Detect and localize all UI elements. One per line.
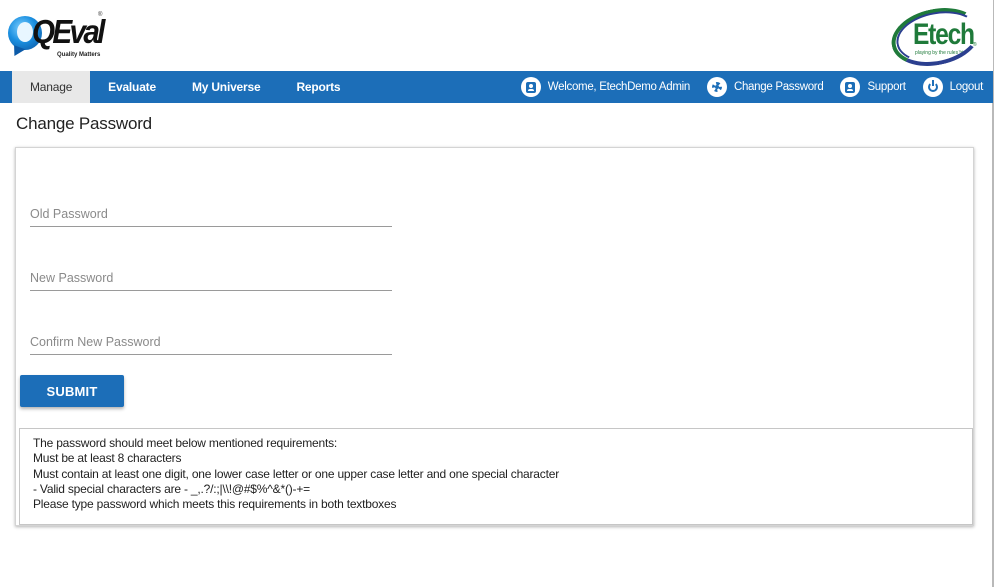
etech-tagline: playing by the rules™ xyxy=(915,50,964,56)
gear-icon xyxy=(706,77,727,97)
nav-tab-reports[interactable]: Reports xyxy=(278,71,358,103)
etech-logo-word: Etech xyxy=(913,18,975,51)
magnifier-icon xyxy=(17,22,33,42)
page-title: Change Password xyxy=(16,114,152,133)
header: QEval ® Quality Matters Etech ® playing … xyxy=(0,0,993,74)
change-password-card: SUBMIT The password should meet below me… xyxy=(15,147,974,526)
new-password-input[interactable] xyxy=(30,267,392,289)
user-menu: Welcome, EtechDemo Admin Change Password… xyxy=(520,71,984,103)
nav-tab-evaluate[interactable]: Evaluate xyxy=(90,71,174,103)
support-label: Support xyxy=(867,81,906,93)
password-requirements: The password should meet below mentioned… xyxy=(19,428,973,525)
nav-tab-manage[interactable]: Manage xyxy=(12,71,91,103)
main-navbar: Manage Evaluate My Universe Reports Welc… xyxy=(0,71,993,103)
confirm-password-input[interactable] xyxy=(30,331,392,353)
new-password-field-wrapper xyxy=(30,267,392,291)
registered-mark: ® xyxy=(98,12,103,18)
confirm-password-field-wrapper xyxy=(30,331,392,355)
qeval-logo-word: QEval xyxy=(32,13,105,50)
old-password-input[interactable] xyxy=(30,203,392,225)
welcome-user-link[interactable]: Welcome, EtechDemo Admin xyxy=(520,77,690,97)
user-icon xyxy=(520,77,541,97)
support-icon xyxy=(840,77,861,97)
etech-logo: Etech ® playing by the rules™ xyxy=(886,0,986,74)
submit-button[interactable]: SUBMIT xyxy=(20,375,124,407)
requirement-line: The password should meet below mentioned… xyxy=(33,436,338,450)
change-password-link[interactable]: Change Password xyxy=(706,77,824,97)
requirement-line: Must be at least 8 characters xyxy=(33,451,182,466)
old-password-field-wrapper xyxy=(30,203,392,227)
requirement-line: Must contain at least one digit, one low… xyxy=(33,466,559,481)
logout-link[interactable]: Logout xyxy=(922,77,984,97)
qeval-tagline: Quality Matters xyxy=(57,52,101,58)
support-link[interactable]: Support xyxy=(840,77,906,97)
power-icon xyxy=(922,77,943,97)
change-password-label: Change Password xyxy=(733,81,824,93)
requirement-line: - Valid special characters are - _,.?/:;… xyxy=(33,481,310,496)
nav-tab-my-universe[interactable]: My Universe xyxy=(174,71,279,103)
qeval-logo[interactable]: QEval ® Quality Matters xyxy=(8,10,105,64)
registered-mark: ® xyxy=(973,42,977,48)
requirement-line: Please type password which meets this re… xyxy=(33,497,397,512)
nav-menu: Manage Evaluate My Universe Reports xyxy=(12,71,358,103)
welcome-label: Welcome, EtechDemo Admin xyxy=(547,81,690,93)
logout-label: Logout xyxy=(949,81,984,93)
